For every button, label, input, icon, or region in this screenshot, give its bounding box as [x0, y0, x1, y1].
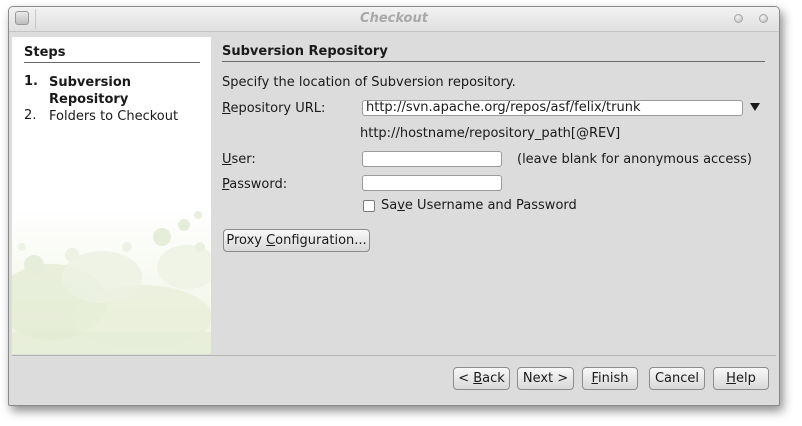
mnemonic: H — [726, 371, 736, 386]
user-note: (leave blank for anonymous access) — [517, 152, 752, 167]
step-label: Folders to Checkout — [49, 109, 179, 124]
mnemonic: B — [473, 371, 483, 386]
mnemonic: P — [222, 177, 230, 192]
repository-url-label: Repository URL: — [222, 101, 326, 116]
proxy-configuration-button[interactable]: Proxy Configuration... — [223, 229, 370, 252]
mnemonic: v — [397, 198, 405, 213]
user-field[interactable] — [362, 151, 502, 167]
save-credentials-checkbox[interactable] — [363, 200, 375, 212]
panel-title-divider — [222, 61, 765, 62]
decorative-splash-image — [12, 207, 211, 354]
chevron-down-icon[interactable] — [750, 103, 760, 111]
panel-title: Subversion Repository — [222, 44, 388, 59]
panel-description: Specify the location of Subversion repos… — [222, 75, 516, 90]
mnemonic: F — [591, 371, 599, 386]
mnemonic: U — [222, 152, 232, 167]
mnemonic: R — [222, 101, 231, 116]
window-title: Checkout — [360, 11, 428, 26]
step-number: 1. — [24, 74, 38, 89]
repository-url-hint: http://hostname/repository_path[@REV] — [360, 126, 621, 141]
password-field[interactable] — [362, 175, 502, 191]
step-label: Subversion Repository — [49, 75, 132, 107]
minimize-icon[interactable] — [734, 14, 743, 23]
mnemonic: C — [266, 233, 276, 248]
back-button[interactable]: < Back — [453, 367, 510, 390]
next-button[interactable]: Next > — [517, 367, 574, 390]
help-button[interactable]: Help — [713, 367, 769, 390]
user-label: User: — [222, 152, 256, 167]
steps-heading: Steps — [24, 45, 66, 60]
steps-divider — [24, 62, 200, 63]
steps-panel: Steps 1. Subversion Repository 2. Folder… — [12, 37, 211, 354]
finish-button[interactable]: Finish — [582, 367, 638, 390]
footer-divider — [12, 355, 776, 356]
checkout-dialog: Checkout Steps 1. Subversion Repository … — [8, 6, 780, 406]
step-number: 2. — [24, 108, 37, 123]
repository-url-field[interactable]: http://svn.apache.org/repos/asf/felix/tr… — [362, 100, 743, 116]
password-label: Password: — [222, 177, 288, 192]
title-bar[interactable]: Checkout — [9, 7, 779, 32]
close-icon[interactable] — [759, 14, 768, 23]
save-credentials-label[interactable]: Save Username and Password — [381, 198, 577, 213]
cancel-button[interactable]: Cancel — [649, 367, 705, 390]
